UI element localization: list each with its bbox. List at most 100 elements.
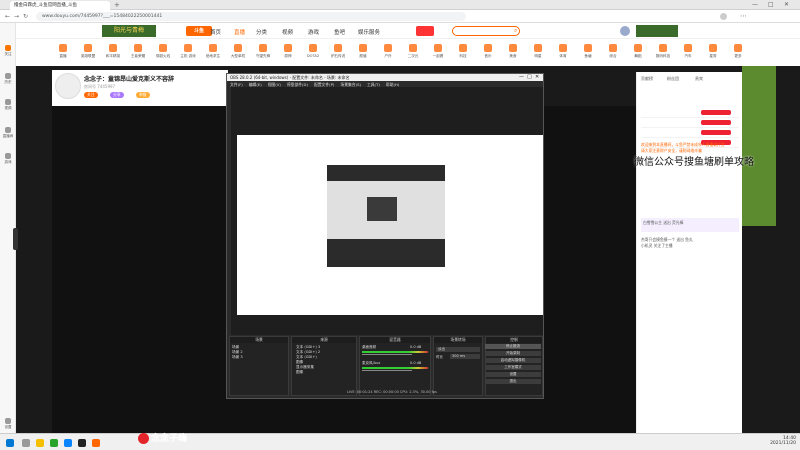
transition-type-select[interactable]: 淡出 (436, 347, 480, 352)
category-item[interactable]: 原神 (277, 44, 299, 59)
close-icon[interactable]: ✕ (784, 1, 789, 8)
clock[interactable]: 14:40 2021/11/20 (760, 436, 796, 446)
category-label: 英雄联盟 (80, 54, 96, 58)
search-icon[interactable]: ⌕ (514, 27, 517, 35)
obs-close-icon[interactable]: ✕ (535, 74, 539, 80)
category-item[interactable]: 鱼塘 (577, 44, 599, 59)
sidebar-item-follow[interactable]: 关注 (1, 45, 15, 57)
new-tab-icon[interactable]: + (114, 1, 120, 9)
mixer-desktop-slider[interactable] (362, 354, 412, 355)
minimize-icon[interactable]: — (752, 1, 758, 8)
category-item[interactable]: 王者荣耀 (127, 44, 149, 59)
banner-ad-right[interactable] (636, 25, 678, 37)
browser-tab-active[interactable]: 撸金白霖虎_斗鱼官网直播_斗鱼 (10, 1, 110, 10)
transition-duration-input[interactable]: 300 ms (450, 354, 480, 359)
category-item[interactable]: 明星 (527, 44, 549, 59)
rank-row (641, 118, 739, 128)
nav-category[interactable]: 分类 (256, 28, 267, 36)
stop-stream-button[interactable]: 停止推流 (485, 344, 541, 349)
nav-video[interactable]: 视频 (282, 28, 293, 36)
url-input[interactable]: www.douyu.com/7445997?___=15484022250001… (36, 12, 466, 21)
maximize-icon[interactable]: □ (768, 1, 774, 8)
sidebar-item-room[interactable]: 直播间 (1, 127, 15, 139)
share-button[interactable]: 分享 (110, 92, 124, 98)
category-item[interactable]: 炉石传说 (327, 44, 349, 59)
sidebar-item-settings[interactable]: 设置 (1, 418, 15, 430)
category-item[interactable]: 一起看 (427, 44, 449, 59)
mixer-mic-meter (362, 367, 428, 369)
category-item[interactable]: 音乐 (477, 44, 499, 59)
explorer-icon[interactable] (36, 439, 44, 447)
chat-tab-contrib[interactable]: 贡献榜 (641, 76, 653, 82)
category-item[interactable]: 美食 (502, 44, 524, 59)
category-item[interactable]: 大型单机 (227, 44, 249, 59)
edge-icon[interactable] (64, 439, 72, 447)
category-item[interactable]: DOTA2 (302, 44, 324, 58)
category-item[interactable]: 数码科技 (652, 44, 674, 59)
start-record-button[interactable]: 开始录制 (485, 351, 541, 356)
mixer-desktop-meter (362, 351, 428, 353)
category-item[interactable]: 星秀 (702, 44, 724, 59)
refresh-icon[interactable]: ↻ (22, 13, 29, 20)
profile-avatar[interactable] (720, 13, 727, 20)
back-icon[interactable]: ← (4, 13, 11, 20)
sidebar-collapse-handle[interactable] (13, 228, 18, 250)
nav-live[interactable]: 直播 (234, 28, 245, 36)
menu-icon[interactable]: ⋯ (740, 12, 747, 20)
mixer-desktop-label: 桌面音频 (362, 345, 376, 349)
category-item[interactable]: 穿越火线 (152, 44, 174, 59)
douyu-icon[interactable] (92, 439, 100, 447)
gear-icon (5, 418, 11, 424)
douyu-logo[interactable]: 斗鱼 (186, 26, 212, 36)
nav-home[interactable]: 首页 (210, 28, 221, 36)
chat-tab-vip[interactable]: 贵宾 (695, 76, 703, 82)
category-item[interactable]: 综合 (602, 44, 624, 59)
category-item[interactable]: 绝地求生 (202, 44, 224, 59)
chat-message: 欢迎来到本直播间，斗鱼严禁未成年人直播或打赏 (641, 142, 725, 147)
search-icon[interactable] (22, 439, 30, 447)
category-item[interactable]: 守望先锋 (252, 44, 274, 59)
category-item[interactable]: 户外 (377, 44, 399, 59)
wechat-icon[interactable] (50, 439, 58, 447)
category-item[interactable]: 汽车 (677, 44, 699, 59)
follow-button[interactable]: 关注 (84, 92, 98, 98)
side-ad-banner[interactable] (742, 66, 776, 226)
settings-button[interactable]: 设置 (485, 372, 541, 377)
banner-ad[interactable]: 阳光与青梅 (102, 25, 156, 37)
category-item[interactable]: 二次元 (402, 44, 424, 59)
category-item[interactable]: 主机·游戏 (177, 44, 199, 59)
user-avatar[interactable] (620, 26, 630, 36)
mixer-mic-slider[interactable] (362, 370, 412, 371)
search-input[interactable] (452, 26, 520, 36)
category-item[interactable]: 体育 (552, 44, 574, 59)
category-item[interactable]: 直播 (52, 44, 74, 59)
obs-preview[interactable]: 念念子嗨 (231, 87, 543, 335)
category-item[interactable]: 舞蹈 (627, 44, 649, 59)
category-item[interactable]: 颜值 (352, 44, 374, 59)
obs-icon[interactable] (78, 439, 86, 447)
studio-mode-button[interactable]: 工作室模式 (485, 365, 541, 370)
nav-entertainment[interactable]: 娱乐服务 (358, 28, 380, 36)
obs-maximize-icon[interactable]: □ (527, 74, 532, 80)
nav-game[interactable]: 游戏 (308, 28, 319, 36)
scene-item[interactable]: 场景 3 (232, 355, 243, 360)
source-item[interactable]: 图像 (296, 370, 320, 375)
nav-fishbar[interactable]: 鱼吧 (334, 28, 345, 36)
sidebar-item-video[interactable]: 视频 (1, 99, 15, 111)
promo-badge[interactable] (416, 26, 434, 36)
virtual-camera-button[interactable]: 启动虚拟摄像机 (485, 358, 541, 363)
anchor-avatar[interactable] (55, 73, 81, 99)
clock-date: 2021/11/20 (770, 441, 796, 446)
sidebar-item-history[interactable]: 历史 (1, 73, 15, 85)
category-item[interactable]: 英雄联盟 (77, 44, 99, 59)
report-button[interactable]: 举报 (136, 92, 150, 98)
chat-tab-fans[interactable]: 粉丝团 (667, 76, 679, 82)
sidebar-item-game[interactable]: 游戏 (1, 153, 15, 165)
category-item[interactable]: 和平精英 (102, 44, 124, 59)
category-item[interactable]: 科技 (452, 44, 474, 59)
exit-button[interactable]: 退出 (485, 379, 541, 384)
windows-start-icon[interactable] (6, 439, 14, 447)
category-item[interactable]: 更多 (727, 44, 749, 59)
forward-icon[interactable]: → (13, 13, 20, 20)
obs-minimize-icon[interactable]: — (519, 74, 524, 80)
